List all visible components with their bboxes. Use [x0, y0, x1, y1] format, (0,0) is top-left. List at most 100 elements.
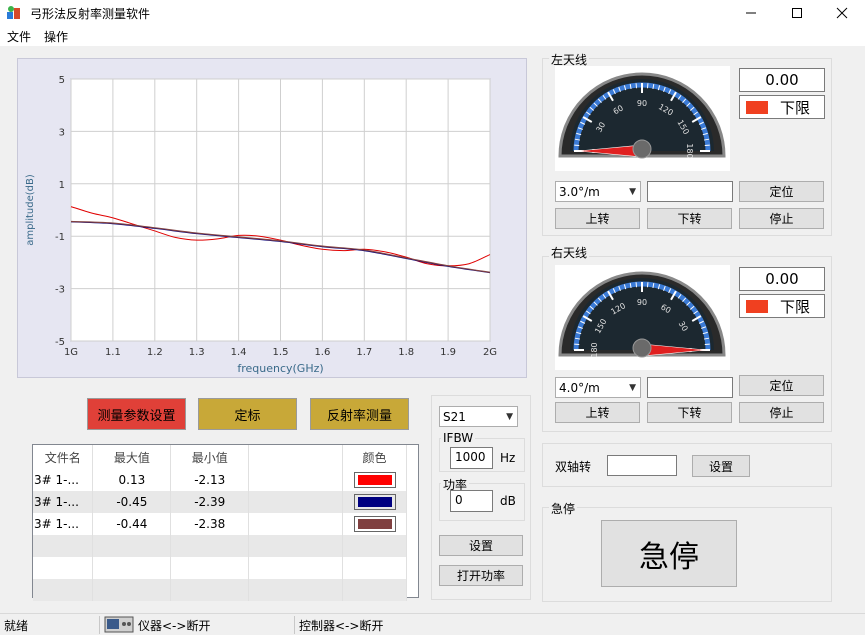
x-axis-label: frequency(GHz): [237, 362, 323, 375]
left-up-button[interactable]: 上转: [555, 208, 640, 229]
reflectivity-measure-button[interactable]: 反射率测量: [310, 398, 409, 430]
left-stop-button[interactable]: 停止: [739, 208, 824, 229]
left-down-button[interactable]: 下转: [647, 208, 732, 229]
left-position-input[interactable]: [647, 181, 733, 202]
cell-blank: [248, 469, 343, 491]
dual-axis-set-button[interactable]: 设置: [692, 455, 750, 477]
x-tick-label: 1.7: [356, 347, 372, 358]
col-min: 最小值: [170, 445, 250, 469]
y-tick-label: -1: [55, 232, 65, 243]
calibrate-button[interactable]: 定标: [198, 398, 297, 430]
y-axis-label: amplitude(dB): [25, 174, 36, 246]
gauge-label: 90: [637, 99, 647, 108]
cell-blank: [248, 491, 343, 513]
y-tick-label: 3: [59, 127, 65, 138]
left-locate-button[interactable]: 定位: [739, 181, 824, 202]
cell-color[interactable]: [342, 491, 407, 513]
left-speed-value: 3.0°/m: [559, 184, 600, 199]
right-up-button[interactable]: 上转: [555, 402, 640, 423]
close-icon: [836, 7, 848, 19]
cell-color[interactable]: [342, 513, 407, 535]
swatch-fill: [357, 475, 392, 485]
col-filename: 文件名: [33, 445, 94, 469]
gauge-label: 90: [637, 298, 647, 307]
right-value: 0.00: [739, 267, 825, 291]
x-tick-label: 1.1: [105, 347, 121, 358]
close-button[interactable]: [819, 0, 865, 26]
table-row-empty: [33, 557, 407, 579]
right-stop-button[interactable]: 停止: [739, 402, 824, 423]
x-tick-label: 1.3: [189, 347, 205, 358]
x-tick-label: 1.9: [440, 347, 456, 358]
col-color: 颜色: [342, 445, 407, 469]
maximize-icon: [792, 8, 802, 18]
menu-operate[interactable]: 操作: [44, 28, 68, 45]
instrument-icon: [104, 616, 134, 633]
left-limit: 下限: [739, 95, 825, 119]
gauge-label: 180: [685, 143, 694, 158]
status-controller: 控制器<->断开: [299, 619, 384, 633]
x-tick-label: 1.2: [147, 347, 163, 358]
power-on-button[interactable]: 打开功率: [439, 565, 523, 586]
minimize-button[interactable]: [728, 0, 774, 26]
right-gauge: 1801501209060300: [558, 271, 726, 358]
right-limit: 下限: [739, 294, 825, 318]
dual-axis-input[interactable]: [607, 455, 677, 476]
table-row[interactable]: 3# 1-... -0.44 -2.38: [33, 513, 407, 535]
right-down-button[interactable]: 下转: [647, 402, 732, 423]
left-limit-label: 下限: [780, 98, 811, 117]
gauge-label: 180: [590, 342, 599, 357]
swatch-fill: [357, 497, 392, 507]
chart-panel: 1G 1.1 1.2 1.3 1.4 1.5 1.6 1.7 1.8 1.9 2G 5 3 1 -1 -3 -5…: [17, 58, 527, 378]
cell-max: 0.13: [92, 469, 172, 491]
power-unit: dB: [500, 494, 516, 508]
left-gauge-panel: 0306090120150180: [555, 66, 730, 171]
left-value: 0.00: [739, 68, 825, 92]
power-input[interactable]: 0: [450, 490, 493, 512]
cell-max: -0.44: [92, 513, 172, 535]
table-row[interactable]: 3# 1-... 0.13 -2.13: [33, 469, 407, 491]
right-speed-select[interactable]: 4.0°/m ▼: [555, 377, 641, 398]
maximize-button[interactable]: [774, 0, 820, 26]
ifbw-label: IFBW: [441, 431, 476, 445]
right-position-input[interactable]: [647, 377, 733, 398]
right-locate-button[interactable]: 定位: [739, 375, 824, 396]
x-tick-label: 1.6: [314, 347, 330, 358]
color-swatch[interactable]: [353, 494, 396, 510]
menu-file[interactable]: 文件: [7, 28, 31, 45]
chevron-down-icon: ▼: [629, 382, 636, 393]
dual-axis-label: 双轴转: [555, 460, 592, 474]
ifbw-unit: Hz: [500, 451, 516, 465]
color-swatch[interactable]: [353, 472, 396, 488]
emergency-stop-button[interactable]: 急停: [601, 520, 737, 587]
right-gauge-panel: 1801501209060300: [555, 265, 730, 370]
window-title: 弓形法反射率测量软件: [30, 7, 151, 21]
gauge-hub: [632, 338, 652, 358]
right-speed-value: 4.0°/m: [559, 380, 600, 395]
title-bar: 弓形法反射率测量软件: [0, 0, 865, 26]
vna-set-button[interactable]: 设置: [439, 535, 523, 556]
x-tick-label: 2G: [483, 347, 497, 358]
minimize-icon: [746, 12, 756, 14]
param-select-value: S21: [443, 409, 466, 424]
ifbw-input[interactable]: 1000: [450, 447, 493, 469]
cell-filename: 3# 1-...: [33, 513, 94, 535]
color-swatch[interactable]: [353, 516, 396, 532]
table-row-empty: [33, 535, 407, 557]
cell-filename: 3# 1-...: [33, 469, 94, 491]
measure-params-button[interactable]: 测量参数设置: [87, 398, 186, 430]
x-tick-label: 1.5: [273, 347, 289, 358]
table-row[interactable]: 3# 1-... -0.45 -2.39: [33, 491, 407, 513]
param-select[interactable]: S21 ▼: [439, 406, 518, 427]
cell-color[interactable]: [342, 469, 407, 491]
cell-filename: 3# 1-...: [33, 491, 94, 513]
left-speed-select[interactable]: 3.0°/m ▼: [555, 181, 641, 202]
chevron-down-icon: ▼: [506, 411, 513, 422]
y-tick-label: 5: [59, 75, 65, 86]
col-blank: [248, 445, 343, 469]
y-tick-label: -3: [55, 285, 65, 296]
col-max: 最大值: [92, 445, 172, 469]
swatch-fill: [357, 519, 392, 529]
emergency-title: 急停: [549, 500, 578, 517]
amplitude-chart: 1G 1.1 1.2 1.3 1.4 1.5 1.6 1.7 1.8 1.9 2G 5 3 1 -1 -3 -5…: [25, 75, 497, 375]
